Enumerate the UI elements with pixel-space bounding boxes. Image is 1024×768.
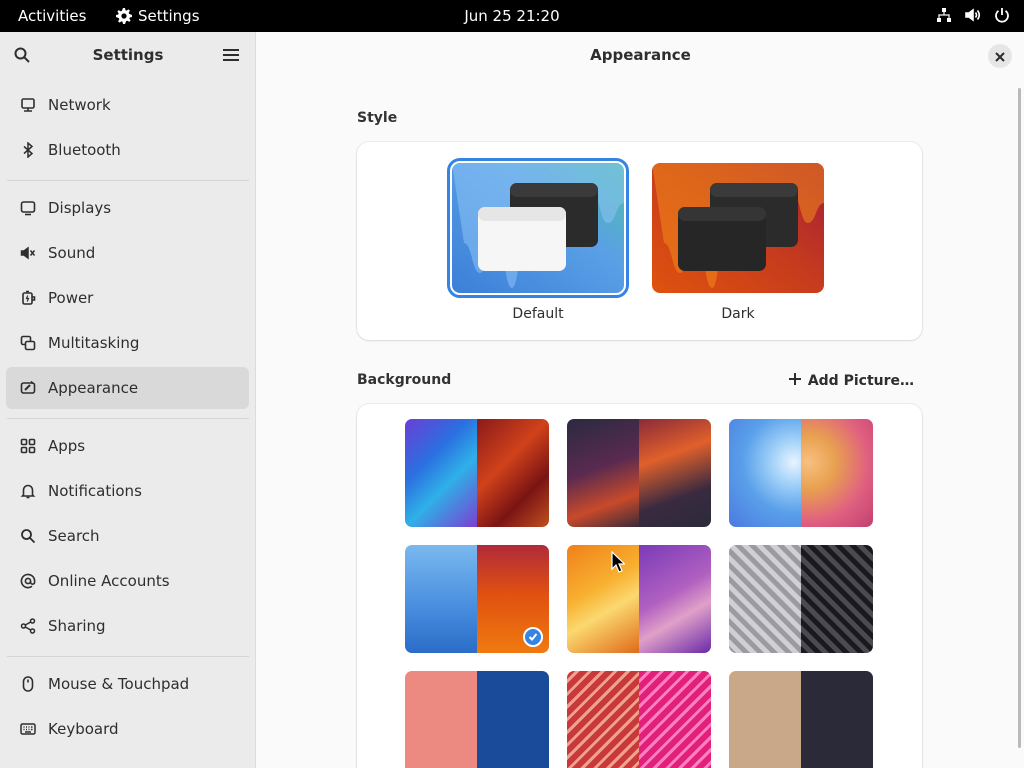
search-icon[interactable] [13,46,31,68]
sidebar-item-label: Bluetooth [48,141,121,159]
style-default-label: Default [512,306,564,322]
sidebar-item-label: Multitasking [48,334,140,352]
hamburger-menu-icon[interactable] [223,47,239,66]
apps-icon [19,437,37,455]
sidebar-header: Settings [0,32,255,78]
system-tray[interactable] [936,7,1010,23]
sidebar-item-mouse-touchpad[interactable]: Mouse & Touchpad [6,663,249,705]
close-icon [995,47,1005,66]
network-icon [19,96,37,114]
style-default-thumbnail[interactable] [447,158,629,298]
add-picture-button[interactable]: Add Picture… [788,372,914,390]
sidebar-item-appearance[interactable]: Appearance [6,367,249,409]
checkmark-icon [523,627,543,647]
style-dark-thumbnail[interactable] [652,163,824,293]
sidebar-item-sharing[interactable]: Sharing [6,605,249,647]
sidebar-title: Settings [92,46,164,64]
style-section-label: Style [357,110,398,126]
wallpaper-thumbnail[interactable] [729,545,873,653]
plus-icon [788,372,802,390]
gear-icon [116,8,132,24]
power-icon [19,289,37,307]
sidebar: Settings Network Bluetooth Displays Soun… [0,32,256,768]
app-menu[interactable]: Settings [116,7,200,25]
app-menu-label: Settings [138,7,200,25]
share-icon [19,617,37,635]
sidebar-item-label: Displays [48,199,112,217]
sidebar-item-network[interactable]: Network [6,84,249,126]
top-bar: Activities Settings Jun 25 21:20 [0,0,1024,32]
volume-icon[interactable] [964,7,982,23]
sidebar-item-label: Network [48,96,111,114]
sidebar-item-label: Mouse & Touchpad [48,675,190,693]
appearance-icon [19,379,37,397]
search-icon [19,527,37,545]
sidebar-item-online-accounts[interactable]: Online Accounts [6,560,249,602]
clock[interactable]: Jun 25 21:20 [464,7,559,25]
sidebar-item-label: Sound [48,244,96,262]
sidebar-item-label: Search [48,527,100,545]
wallpaper-thumbnail[interactable] [405,419,549,527]
network-icon[interactable] [936,7,952,23]
sidebar-item-notifications[interactable]: Notifications [6,470,249,512]
mouse-icon [19,675,37,693]
wallpaper-thumbnail[interactable] [567,419,711,527]
wallpaper-thumbnail-selected[interactable] [405,545,549,653]
wallpaper-thumbnail[interactable] [405,671,549,768]
sidebar-item-label: Power [48,289,94,307]
sidebar-item-keyboard[interactable]: Keyboard [6,708,249,750]
keyboard-icon [19,720,37,738]
multitasking-icon [19,334,37,352]
style-card: Default Dark [357,142,922,340]
sidebar-item-label: Online Accounts [48,572,170,590]
add-picture-label: Add Picture… [807,373,914,389]
background-section-label: Background [357,372,452,388]
sidebar-item-label: Notifications [48,482,142,500]
sidebar-item-displays[interactable]: Displays [6,187,249,229]
sidebar-item-label: Apps [48,437,86,455]
wallpaper-thumbnail[interactable] [567,545,711,653]
main-panel: Appearance Style Default Dark Background… [257,32,1024,768]
sidebar-item-sound[interactable]: Sound [6,232,249,274]
sidebar-item-power[interactable]: Power [6,277,249,319]
sidebar-divider [7,180,249,181]
background-card [357,404,922,768]
sound-icon [19,244,37,262]
wallpaper-thumbnail[interactable] [729,671,873,768]
close-button[interactable] [988,44,1012,68]
sidebar-item-label: Appearance [48,379,139,397]
scrollbar[interactable] [1018,88,1021,748]
sidebar-divider [7,418,249,419]
sidebar-item-label: Keyboard [48,720,119,738]
bluetooth-icon [19,141,37,159]
display-icon [19,199,37,217]
activities-button[interactable]: Activities [18,7,86,25]
wallpaper-thumbnail[interactable] [567,671,711,768]
sidebar-item-bluetooth[interactable]: Bluetooth [6,129,249,171]
sidebar-item-search[interactable]: Search [6,515,249,557]
style-dark-label: Dark [721,306,755,322]
at-icon [19,572,37,590]
wallpaper-thumbnail[interactable] [729,419,873,527]
power-icon[interactable] [994,7,1010,23]
page-title: Appearance [590,46,691,64]
sidebar-divider [7,656,249,657]
mouse-cursor-icon [611,550,626,577]
sidebar-item-multitasking[interactable]: Multitasking [6,322,249,364]
sidebar-item-label: Sharing [48,617,106,635]
bell-icon [19,482,37,500]
sidebar-item-apps[interactable]: Apps [6,425,249,467]
